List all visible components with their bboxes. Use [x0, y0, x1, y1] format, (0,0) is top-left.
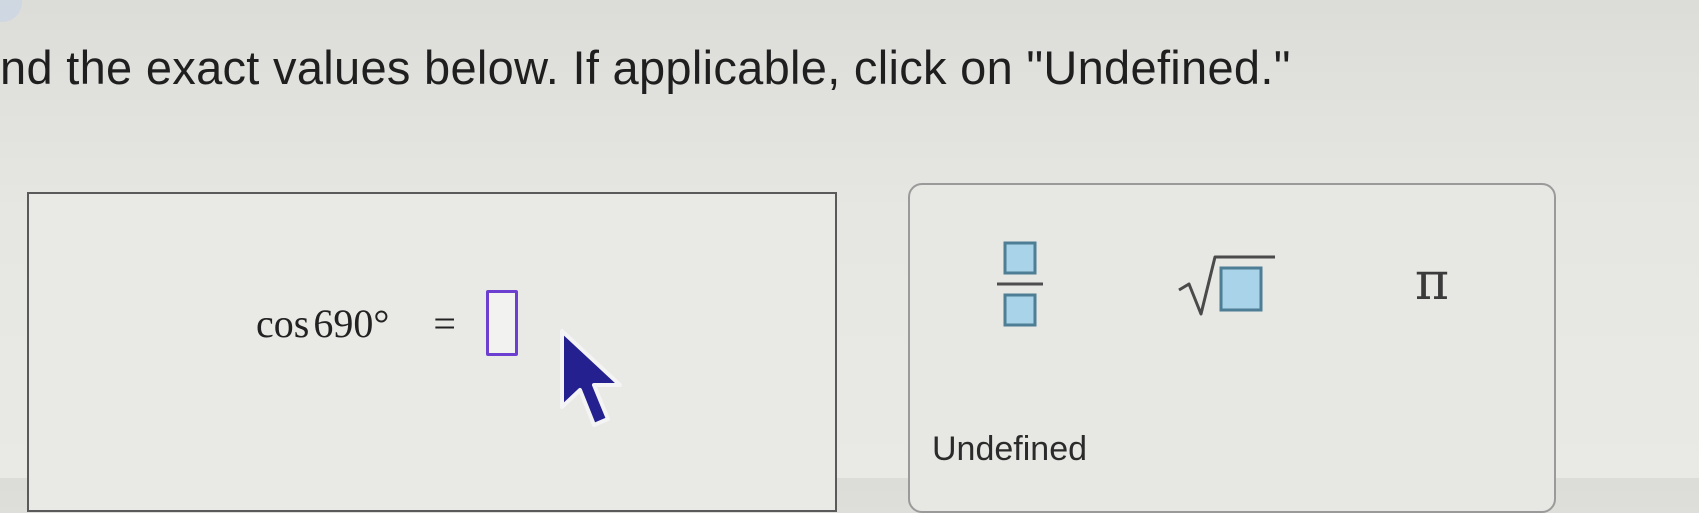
- undefined-button[interactable]: Undefined: [932, 430, 1087, 469]
- answer-input[interactable]: [485, 290, 518, 356]
- fraction-template-icon: [997, 241, 1043, 327]
- corner-highlight: [0, 0, 22, 22]
- fraction-button[interactable]: [980, 235, 1060, 333]
- pi-symbol: π: [1414, 252, 1450, 312]
- square-root-button[interactable]: [1172, 250, 1282, 322]
- instruction-text: nd the exact values below. If applicable…: [0, 41, 1291, 94]
- angle-value: 690°: [313, 300, 390, 346]
- pi-button[interactable]: π: [1394, 247, 1470, 317]
- square-root-template-icon: [1178, 255, 1275, 316]
- expression: cos 690° =: [256, 290, 518, 356]
- answer-box: cos 690° =: [27, 192, 837, 512]
- function-name: cos: [256, 300, 310, 346]
- mouse-cursor-icon: [560, 329, 622, 427]
- equals-sign: =: [433, 300, 456, 346]
- math-palette: π Undefined: [908, 183, 1556, 513]
